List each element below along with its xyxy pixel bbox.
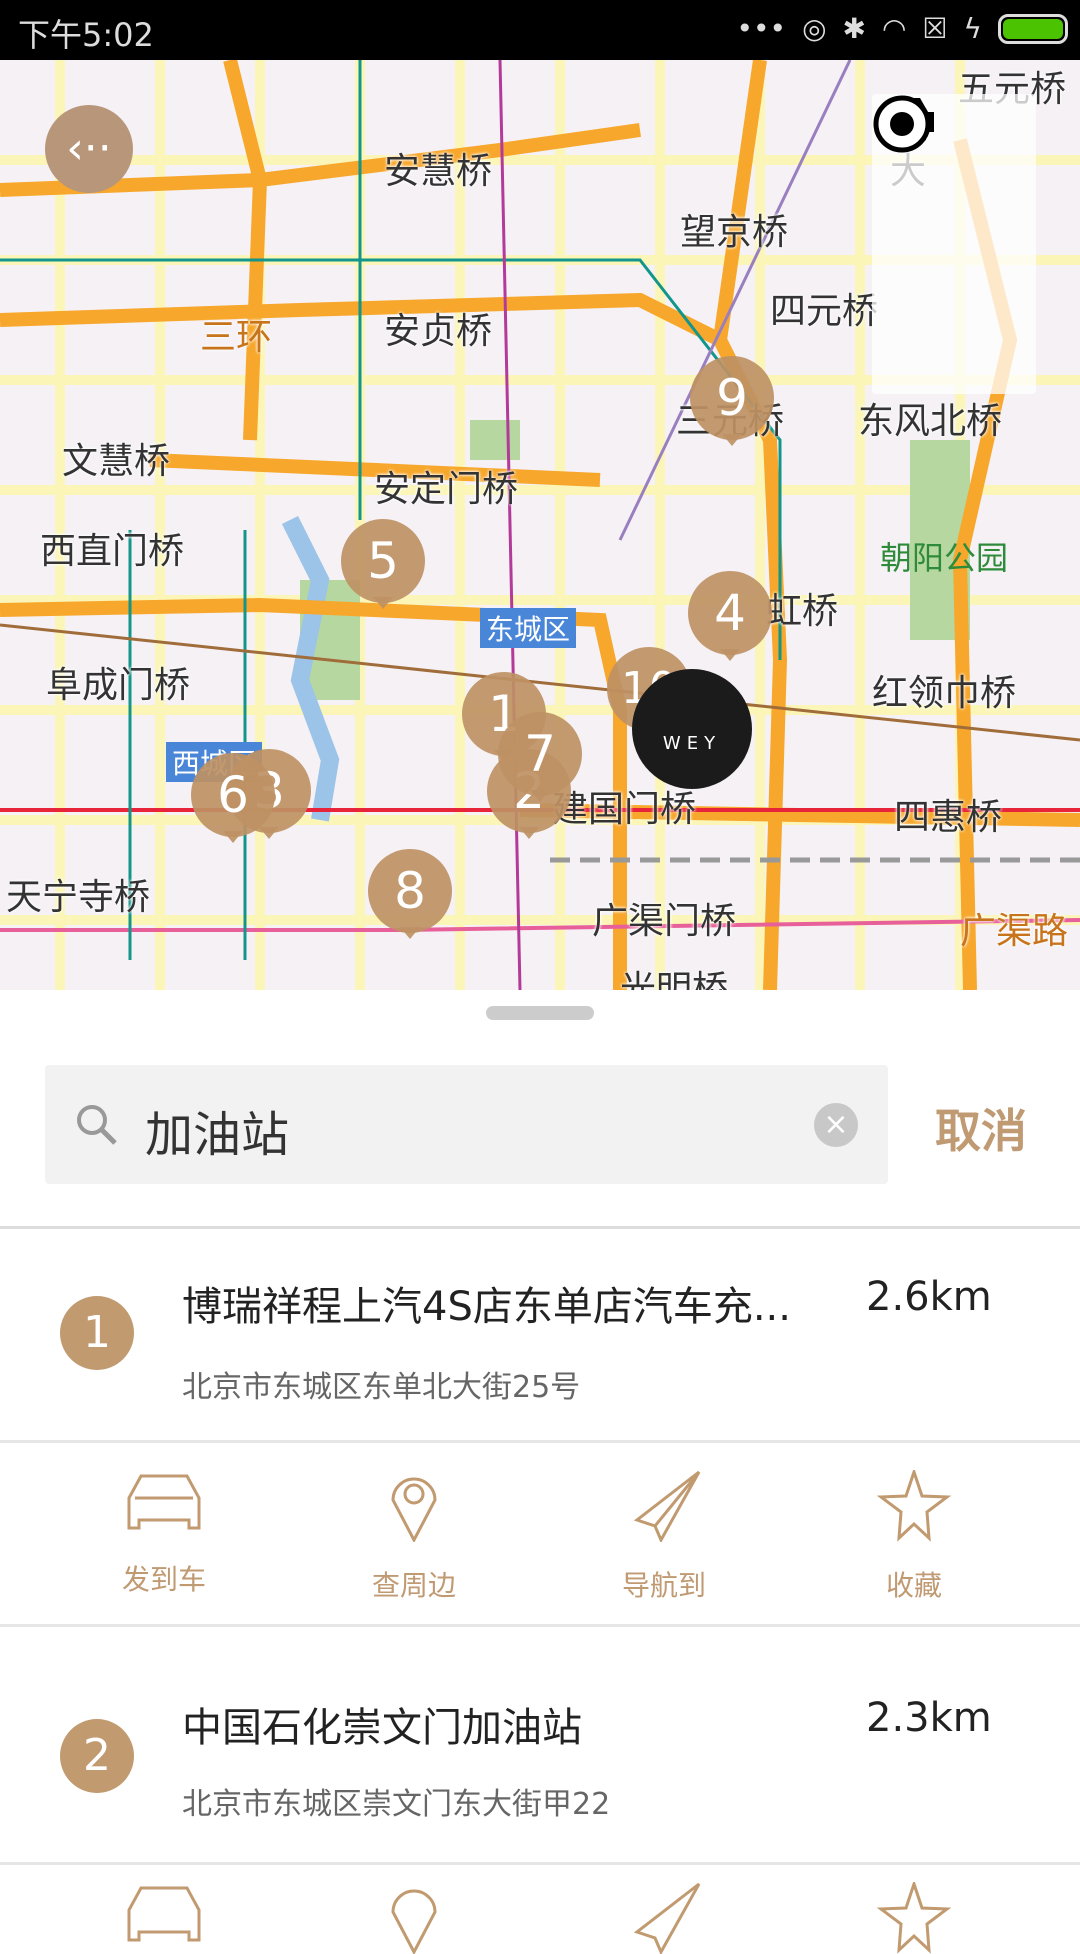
park-label: 朝阳公园 <box>880 539 1009 577</box>
map-label: 天宁寺桥 <box>6 877 151 918</box>
charging-icon: ϟ <box>963 12 982 45</box>
status-bar: 下午5:02 ••• ◎ ✱ ◠ ☒ ϟ <box>0 0 1080 60</box>
map-label: 西直门桥 <box>40 531 185 572</box>
send-to-car-button[interactable]: 发到车 <box>39 1470 289 1604</box>
map-label: 虹桥 <box>766 591 839 632</box>
back-button[interactable]: ‹·· <box>45 105 133 193</box>
map-label: 安慧桥 <box>384 151 493 192</box>
nearby-button[interactable] <box>289 1882 539 1954</box>
map-label: 广渠路 <box>960 911 1069 952</box>
favorite-button[interactable] <box>789 1882 1039 1954</box>
map-marker[interactable]: 9 <box>690 356 774 446</box>
paper-plane-icon <box>633 1470 701 1542</box>
map-marker[interactable]: 5 <box>341 519 425 609</box>
result-name: 中国石化崇文门加油站 <box>182 1705 582 1751</box>
result-address: 北京市东城区崇文门东大街甲22 <box>182 1787 611 1822</box>
my-location-button[interactable] <box>872 95 1036 394</box>
star-icon <box>876 1470 952 1542</box>
result-name: 博瑞祥程上汽4S店东单店汽车充... <box>182 1284 791 1330</box>
navigate-button[interactable]: 导航到 <box>539 1470 789 1604</box>
more-icon: ••• <box>736 12 787 45</box>
map-label: 阜成门桥 <box>46 665 191 706</box>
result-actions <box>0 1882 1080 1954</box>
car-outline-icon <box>127 1886 201 1942</box>
search-icon <box>77 1105 117 1145</box>
map-label: 文慧桥 <box>62 441 171 482</box>
navigate-button[interactable] <box>539 1882 789 1954</box>
map-controls <box>872 94 1036 394</box>
cancel-button[interactable]: 取消 <box>935 1095 1027 1161</box>
search-input[interactable]: 加油站 × <box>45 1065 888 1184</box>
paper-plane-icon <box>633 1882 701 1954</box>
location-pin-icon <box>391 1889 437 1954</box>
result-address: 北京市东城区东单北大街25号 <box>182 1370 581 1405</box>
location-pin-icon <box>391 1477 437 1542</box>
map-label: 四惠桥 <box>894 797 1003 838</box>
result-item[interactable]: 2 中国石化崇文门加油站 2.3km 北京市东城区崇文门东大街甲22 <box>0 1627 1080 1859</box>
status-time: 下午5:02 <box>18 16 154 54</box>
battery-icon <box>998 13 1068 44</box>
bluetooth-icon: ✱ <box>842 12 866 45</box>
map-label: 建国门桥 <box>552 789 697 830</box>
result-distance: 2.3km <box>866 1695 992 1741</box>
map-marker[interactable]: 4 <box>688 571 772 661</box>
car-brand-logo: WEY <box>662 733 722 754</box>
send-to-car-button[interactable] <box>39 1882 289 1954</box>
result-item[interactable]: 1 博瑞祥程上汽4S店东单店汽车充... 2.6km 北京市东城区东单北大街25… <box>0 1229 1080 1439</box>
star-icon <box>876 1882 952 1954</box>
map-label: 四元桥 <box>770 291 879 332</box>
wifi-icon: ◠ <box>881 12 907 45</box>
map-label: 东风北桥 <box>858 401 1003 442</box>
back-more-icon: ‹·· <box>66 123 112 174</box>
map-label: 三环 <box>200 317 273 358</box>
map-marker[interactable]: 8 <box>368 849 452 939</box>
map-label: 红领巾桥 <box>872 673 1017 714</box>
nearby-button[interactable]: 查周边 <box>289 1470 539 1604</box>
car-outline-icon <box>127 1474 201 1530</box>
search-query: 加油站 <box>145 1107 290 1163</box>
result-actions: 发到车 查周边 导航到 收藏 <box>0 1470 1080 1604</box>
favorite-button[interactable]: 收藏 <box>789 1470 1039 1604</box>
map-label: 望京桥 <box>680 212 789 253</box>
result-distance: 2.6km <box>866 1274 992 1320</box>
clear-icon[interactable]: × <box>814 1103 858 1147</box>
locate-icon <box>873 95 931 153</box>
map-label: 安定门桥 <box>374 469 519 510</box>
map-label: 光明桥 <box>620 969 729 990</box>
drag-handle[interactable] <box>486 1006 594 1020</box>
hotspot-icon: ◎ <box>802 12 827 45</box>
car-location-marker[interactable]: WEY <box>632 669 752 789</box>
sim-icon: ☒ <box>922 12 948 45</box>
map-label: 广渠门桥 <box>592 901 737 942</box>
map-marker[interactable]: 6 <box>191 753 275 843</box>
results-sheet: 加油站 × 取消 1 博瑞祥程上汽4S店东单店汽车充... 2.6km 北京市东… <box>0 990 1080 1954</box>
map-view[interactable]: 五元桥 安慧桥 望京桥 大 四元桥 安贞桥 三环 三元桥 东风北桥 文慧桥 安定… <box>0 60 1080 990</box>
map-label: 安贞桥 <box>384 311 493 352</box>
result-index-badge: 2 <box>60 1719 134 1793</box>
map-marker[interactable]: 7 <box>498 712 582 802</box>
result-index-badge: 1 <box>60 1296 134 1370</box>
district-label: 东城区 <box>480 608 577 648</box>
